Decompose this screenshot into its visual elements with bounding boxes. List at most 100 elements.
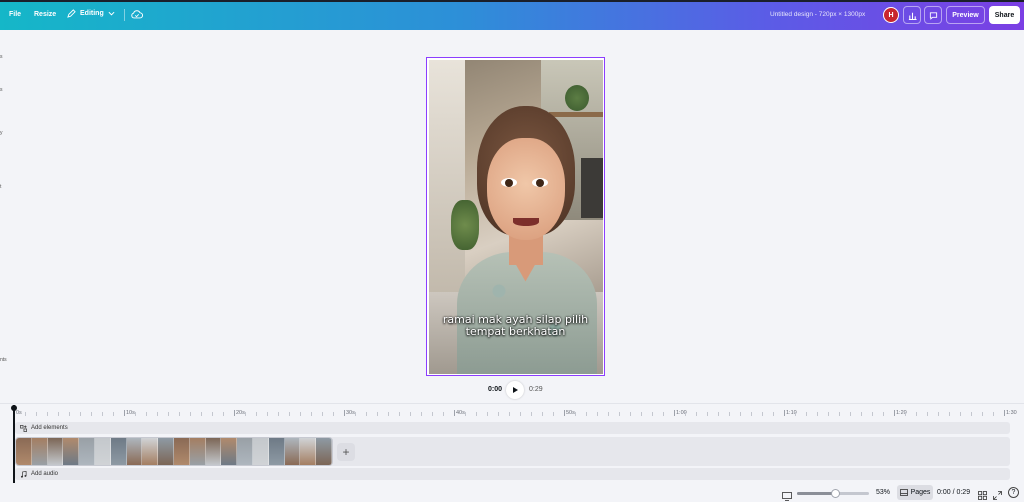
video-clip-thumbnail[interactable] — [79, 438, 95, 465]
character-mouth — [512, 217, 539, 226]
video-clip-thumbnail[interactable] — [237, 438, 253, 465]
ruler-minor-tick — [762, 412, 763, 416]
video-clip-thumbnail[interactable] — [316, 438, 332, 465]
add-page-button[interactable]: + — [337, 443, 355, 461]
resize-button[interactable]: Resize — [34, 11, 56, 18]
sidebar-fragment[interactable]: nts — [0, 357, 7, 363]
ruler-minor-tick — [278, 412, 279, 416]
ruler-minor-tick — [861, 412, 862, 416]
share-button[interactable]: Share — [989, 6, 1020, 24]
background-plant — [564, 84, 589, 111]
ruler-major-tick — [344, 410, 345, 416]
ruler-minor-tick — [729, 412, 730, 416]
editing-mode-dropdown[interactable]: Editing — [67, 9, 115, 18]
ruler-minor-tick — [410, 412, 411, 416]
fullscreen-icon[interactable] — [993, 487, 1002, 502]
sidebar-fragment[interactable]: s — [0, 87, 3, 93]
notes-icon[interactable] — [782, 488, 792, 502]
video-clip-thumbnail[interactable] — [173, 438, 190, 465]
ruler-minor-tick — [267, 412, 268, 416]
timeline-ruler[interactable]: 0s 10s 20s 30s 40s 50s 1:00 1:10 1:20 1:30 — [14, 405, 1017, 417]
preview-button[interactable]: Preview — [946, 6, 985, 24]
grid-view-icon[interactable] — [978, 487, 987, 502]
ruler-minor-tick — [80, 412, 81, 416]
sidebar-fragment[interactable]: s — [0, 54, 3, 60]
ruler-minor-tick — [542, 412, 543, 416]
window-edge — [0, 0, 1024, 2]
play-icon — [513, 387, 518, 393]
add-audio-label: Add audio — [31, 471, 59, 477]
video-clip-thumbnail[interactable] — [47, 438, 64, 465]
zoom-slider[interactable] — [797, 489, 869, 498]
duration: 0:29 — [529, 386, 543, 393]
ruler-minor-tick — [256, 412, 257, 416]
video-clip-thumbnail[interactable] — [126, 438, 143, 465]
ruler-minor-tick — [47, 412, 48, 416]
video-clip-thumbnail[interactable] — [63, 438, 80, 465]
help-icon[interactable]: ? — [1008, 487, 1019, 498]
ruler-minor-tick — [652, 412, 653, 416]
design-canvas[interactable]: ramai mak ayah silap pilih tempat berkha… — [428, 59, 603, 374]
ruler-minor-tick — [553, 412, 554, 416]
ruler-minor-tick — [575, 412, 576, 416]
analytics-button[interactable] — [903, 6, 921, 24]
ruler-label: 40s — [456, 410, 465, 416]
ruler-major-tick — [894, 410, 895, 416]
ruler-minor-tick — [212, 412, 213, 416]
ruler-minor-tick — [135, 412, 136, 416]
zoom-slider-fill — [797, 492, 835, 495]
ruler-minor-tick — [949, 412, 950, 416]
video-clip-thumbnail[interactable] — [158, 438, 174, 465]
music-note-icon — [20, 470, 27, 478]
video-clip-thumbnail[interactable] — [142, 438, 159, 465]
ruler-minor-tick — [69, 412, 70, 416]
playhead-handle[interactable] — [11, 405, 17, 411]
zoom-slider-knob[interactable] — [831, 489, 840, 498]
ruler-minor-tick — [58, 412, 59, 416]
ruler-minor-tick — [476, 412, 477, 416]
editing-label: Editing — [80, 10, 104, 17]
pencil-icon — [67, 9, 76, 18]
video-clip-thumbnail[interactable] — [252, 438, 269, 465]
video-clip-thumbnail[interactable] — [110, 438, 127, 465]
video-clip-thumbnail[interactable] — [16, 438, 32, 465]
ruler-minor-tick — [300, 412, 301, 416]
video-clip-thumbnail[interactable] — [205, 438, 222, 465]
ruler-major-tick — [784, 410, 785, 416]
video-clip-strip[interactable] — [15, 437, 333, 466]
background-plant — [450, 199, 479, 250]
design-canvas-selection[interactable]: ramai mak ayah silap pilih tempat berkha… — [426, 57, 605, 376]
ruler-minor-tick — [465, 412, 466, 416]
play-button[interactable] — [506, 381, 524, 399]
sidebar-fragment[interactable]: y — [0, 130, 3, 136]
comment-button[interactable] — [924, 6, 942, 24]
video-clip-thumbnail[interactable] — [31, 438, 48, 465]
video-clip-thumbnail[interactable] — [284, 438, 301, 465]
design-title[interactable]: Untitled design - 720px × 1300px — [770, 11, 865, 18]
ruler-minor-tick — [707, 412, 708, 416]
zoom-level[interactable]: 53% — [876, 489, 890, 496]
add-elements-track[interactable]: Add elements — [15, 422, 1010, 434]
cloud-save-icon[interactable] — [131, 9, 143, 22]
background-shelf — [548, 111, 603, 117]
character-eye — [531, 177, 548, 187]
ruler-minor-tick — [322, 412, 323, 416]
video-clip-thumbnail[interactable] — [268, 438, 285, 465]
avatar[interactable]: H — [883, 7, 899, 23]
video-clip-thumbnail[interactable] — [221, 438, 238, 465]
ruler-minor-tick — [850, 412, 851, 416]
subtitle-caption[interactable]: ramai mak ayah silap pilih tempat berkha… — [429, 313, 603, 338]
sidebar-fragment[interactable]: t — [0, 184, 1, 190]
add-elements-label: Add elements — [31, 425, 68, 431]
ruler-label: 50s — [566, 410, 575, 416]
file-menu[interactable]: File — [9, 11, 21, 18]
time-display: 0:00 / 0:29 — [937, 489, 971, 496]
video-clip-thumbnail[interactable] — [300, 438, 317, 465]
ruler-minor-tick — [355, 412, 356, 416]
video-clip-thumbnail[interactable] — [94, 438, 111, 465]
ruler-minor-tick — [751, 412, 752, 416]
video-clip-thumbnail[interactable] — [189, 438, 206, 465]
add-audio-track[interactable]: Add audio — [15, 468, 1010, 480]
ruler-minor-tick — [223, 412, 224, 416]
pages-button[interactable]: Pages — [897, 485, 933, 500]
